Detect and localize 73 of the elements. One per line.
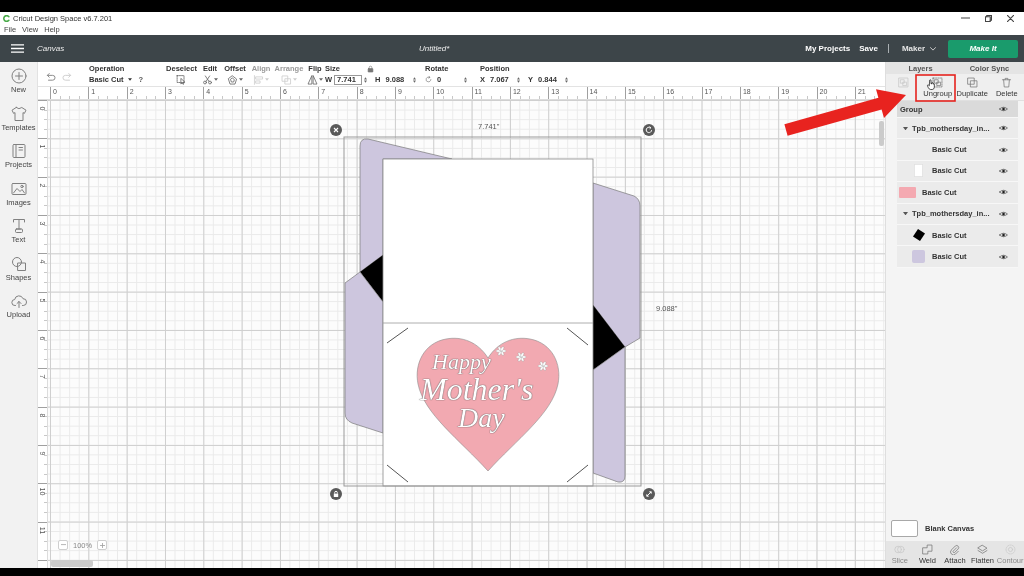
card-lettering: Day: [458, 404, 505, 432]
logo-icon: [3, 14, 10, 22]
caret-icon[interactable]: [903, 212, 908, 216]
eye-icon[interactable]: [999, 189, 1008, 196]
dashed-squares-icon: [932, 77, 944, 88]
cloud-upload-icon: [10, 293, 27, 309]
stepper-icon[interactable]: [364, 76, 368, 83]
make-it-button[interactable]: Make It: [948, 39, 1018, 58]
overlapping-circles-icon: [894, 544, 906, 555]
shapes-icon: [10, 255, 27, 272]
corner-slot: [566, 464, 589, 483]
flower-icon: [495, 346, 507, 356]
plus-circle-icon: [10, 68, 27, 84]
close-icon[interactable]: [1007, 14, 1014, 22]
stepper-icon[interactable]: [464, 76, 467, 83]
scrollbar-thumb[interactable]: [51, 560, 93, 567]
eye-icon[interactable]: [999, 210, 1008, 217]
corner-slot: [386, 464, 409, 483]
layers-icon: [977, 544, 989, 555]
flower-icon: [515, 352, 527, 362]
undo-icon[interactable]: [44, 72, 56, 81]
eye-icon[interactable]: [999, 253, 1008, 260]
eye-icon[interactable]: [999, 232, 1008, 239]
stepper-icon[interactable]: [517, 76, 520, 83]
highlight-frame: [915, 74, 956, 102]
menu-icon[interactable]: [11, 44, 24, 53]
machine-selector[interactable]: Maker: [901, 44, 936, 53]
cursor-box-icon: [176, 74, 187, 85]
hand-cursor-icon: [927, 79, 935, 90]
image-icon: [10, 180, 27, 197]
minus-icon: [60, 544, 66, 546]
restore-icon[interactable]: [985, 14, 992, 22]
notebook-icon: [10, 143, 27, 159]
merged-shape-icon: [921, 544, 933, 555]
header-link[interactable]: Save: [859, 44, 878, 53]
copy-icon: [966, 77, 978, 88]
trash-icon: [1001, 77, 1013, 88]
rotate-icon[interactable]: [643, 124, 655, 136]
card-lettering: Happy: [432, 350, 491, 374]
corner-slot: [386, 327, 409, 344]
shirt-icon: [10, 105, 27, 122]
chevron-icon: [930, 46, 936, 51]
eye-icon[interactable]: [999, 146, 1008, 153]
scissors-icon: [202, 74, 213, 85]
corner-slot: [566, 327, 589, 346]
lock-icon[interactable]: [367, 65, 374, 73]
caret-icon[interactable]: [903, 126, 908, 130]
paperclip-icon: [949, 544, 961, 555]
align-left-icon: [253, 74, 264, 85]
mirror-triangles-icon: [307, 74, 318, 85]
lock-icon[interactable]: [330, 488, 342, 500]
section-title: Canvas: [37, 44, 65, 53]
grouped-squares-icon: [897, 77, 909, 88]
stepper-icon[interactable]: [412, 76, 416, 83]
nested-shape-icon: [227, 74, 238, 85]
eye-icon[interactable]: [999, 106, 1008, 112]
caret-icon: [127, 78, 132, 81]
stacked-squares-icon: [281, 74, 292, 85]
resize-icon[interactable]: [643, 488, 655, 500]
dashed-circle-icon: [1004, 544, 1016, 555]
text-icon: [10, 218, 27, 234]
eye-icon[interactable]: [999, 167, 1008, 174]
canvas-swatch[interactable]: [891, 520, 918, 537]
flower-icon: [537, 361, 549, 371]
card-lettering: Mother's: [420, 374, 534, 404]
stepper-icon[interactable]: [565, 76, 569, 83]
eye-icon[interactable]: [999, 125, 1008, 132]
close-icon[interactable]: [330, 124, 342, 136]
notch-triangle: [593, 305, 625, 370]
plus-icon: [99, 542, 105, 548]
document-title: Untitled*: [419, 44, 450, 53]
header-link[interactable]: My Projects: [805, 44, 851, 53]
scrollbar-thumb[interactable]: [879, 121, 884, 146]
